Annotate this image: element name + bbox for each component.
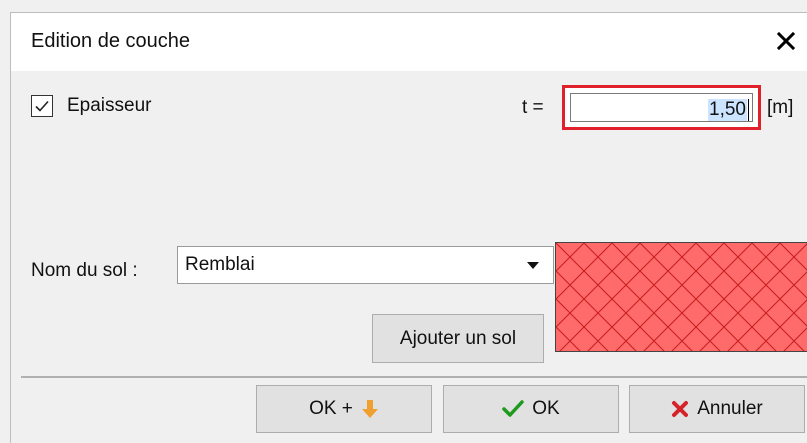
- ok-plus-button[interactable]: OK +: [256, 385, 432, 433]
- arrow-down-icon: [361, 399, 379, 419]
- text-caret: [748, 99, 749, 121]
- close-button[interactable]: [763, 17, 807, 65]
- x-icon: [671, 400, 689, 418]
- soil-select[interactable]: Remblai: [177, 246, 554, 284]
- ok-plus-label: OK +: [309, 398, 353, 419]
- soil-name-label: Nom du sol :: [31, 260, 138, 281]
- title-bar: Edition de couche: [11, 13, 807, 71]
- thickness-variable-label: t =: [522, 97, 544, 118]
- soil-select-value: Remblai: [185, 254, 255, 275]
- thickness-input-focus-frame: 1,50: [562, 85, 761, 130]
- ok-label: OK: [532, 398, 560, 419]
- cancel-button[interactable]: Annuler: [629, 385, 805, 433]
- thickness-checkbox[interactable]: [31, 95, 53, 117]
- cancel-label: Annuler: [697, 398, 763, 419]
- separator: [21, 376, 807, 378]
- checkmark-icon: [502, 400, 525, 418]
- crosshatch-pattern: [556, 243, 807, 351]
- ok-button[interactable]: OK: [443, 385, 619, 433]
- close-icon: [776, 31, 795, 51]
- thickness-input[interactable]: 1,50: [570, 93, 753, 122]
- dialog-title: Edition de couche: [31, 30, 191, 52]
- layer-edit-dialog: Edition de couche Epaisseur t = 1,50 [m]…: [10, 12, 807, 443]
- thickness-checkbox-label[interactable]: Epaisseur: [67, 95, 152, 117]
- thickness-checkbox-row[interactable]: Epaisseur: [31, 95, 152, 117]
- thickness-unit: [m]: [767, 97, 794, 118]
- checkmark-icon: [35, 100, 49, 112]
- soil-pattern-swatch: [555, 242, 807, 352]
- add-soil-button[interactable]: Ajouter un sol: [372, 314, 544, 363]
- thickness-value: 1,50: [708, 99, 747, 121]
- chevron-down-icon: [527, 262, 539, 269]
